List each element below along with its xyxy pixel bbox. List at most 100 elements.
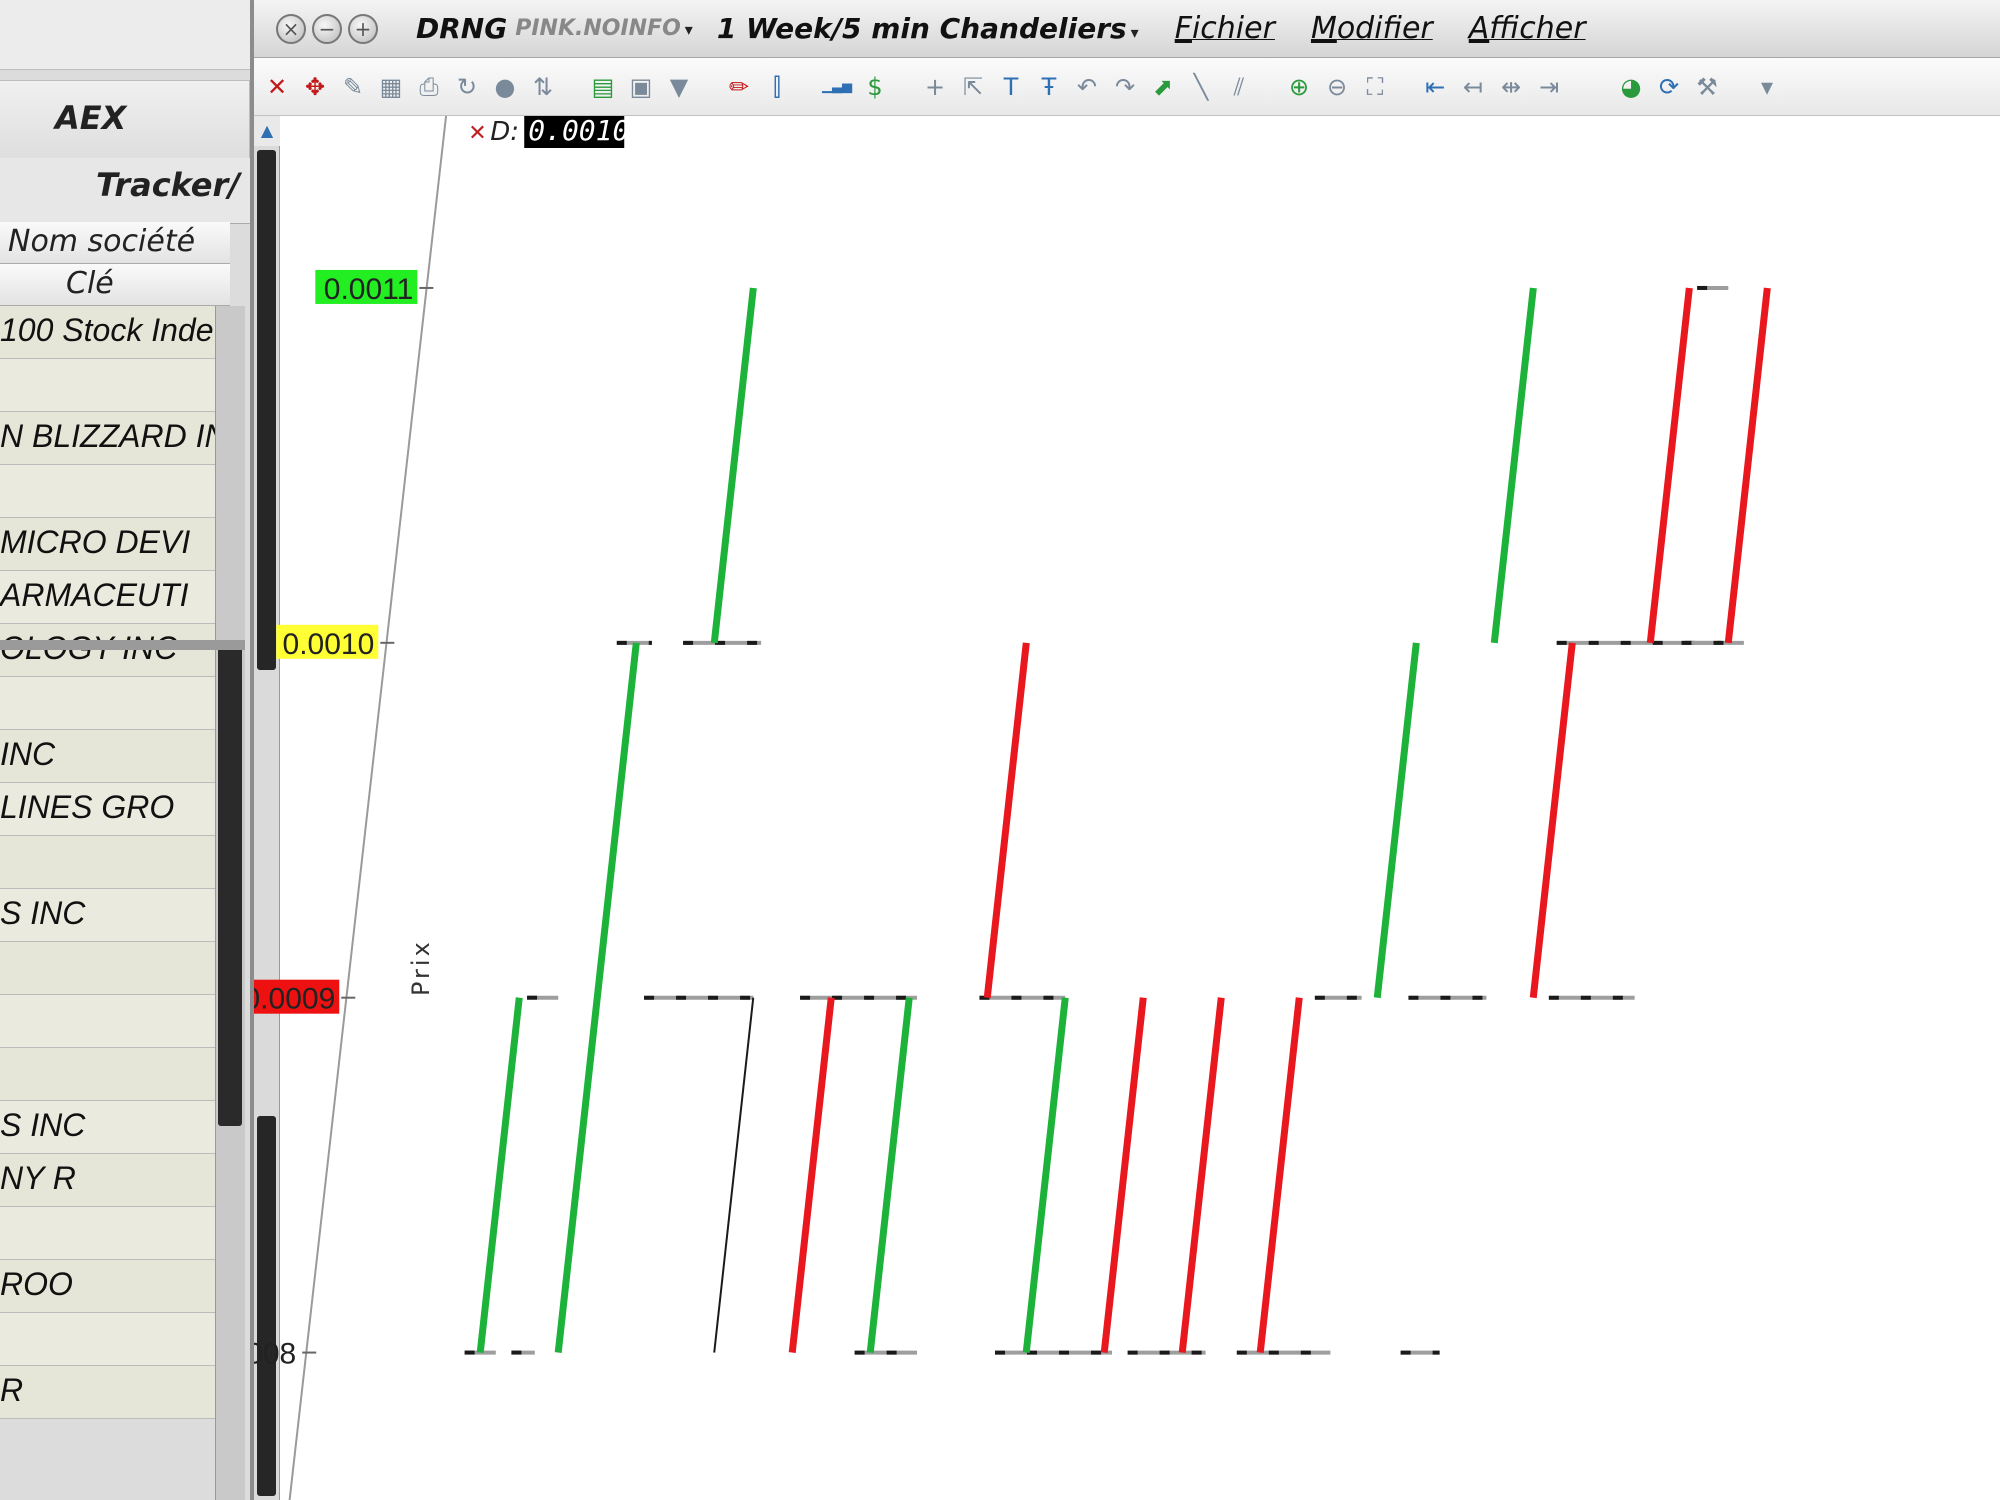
brush-icon[interactable]: ✎ [336, 70, 370, 104]
list-item[interactable]: R [0, 1366, 215, 1419]
candle-up[interactable] [1022, 997, 1069, 1353]
chevron-down-icon: ▾ [684, 20, 693, 39]
dollar-icon[interactable]: $ [858, 70, 892, 104]
candle-down[interactable] [1256, 997, 1303, 1353]
sync-icon[interactable]: ⟳ [1652, 70, 1686, 104]
trend-chart-icon[interactable]: ⬈ [1146, 70, 1180, 104]
palette-icon[interactable]: ◕ [1614, 70, 1648, 104]
list-item[interactable]: S INC [0, 889, 215, 942]
list-item[interactable]: LINES GRO [0, 783, 215, 836]
zoom-in-icon[interactable]: ⊕ [1282, 70, 1316, 104]
menu-modifier[interactable]: Modifier [1311, 11, 1433, 46]
list-item[interactable]: INC [0, 730, 215, 783]
list-item[interactable] [0, 359, 215, 412]
list-item[interactable] [0, 836, 215, 889]
tab-tracker[interactable]: Tracker/ [0, 158, 250, 224]
scroll-end-icon[interactable]: ⇥ [1532, 70, 1566, 104]
close-window-button[interactable]: × [276, 13, 306, 44]
column-header-company[interactable]: Nom société [0, 222, 230, 264]
period-selector[interactable]: 1 Week/5 min Chandeliers ▾ [717, 12, 1139, 45]
legend-label: D: [490, 117, 519, 147]
scroll-center-icon[interactable]: ⇹ [1494, 70, 1528, 104]
list-item[interactable]: N BLIZZARD IN [0, 412, 215, 465]
candle-up[interactable] [866, 997, 913, 1353]
close-icon: × [282, 16, 300, 41]
dropdown-triangle-icon[interactable]: ▼ [662, 70, 696, 104]
y-axis-line [288, 116, 448, 1500]
column-header-key[interactable]: Clé [0, 264, 230, 306]
background-window: AEX Tracker/ Nom société Clé 100 Stock I… [0, 0, 290, 1500]
candle-down[interactable] [1724, 287, 1771, 644]
list-item[interactable] [0, 995, 215, 1048]
chart-window: × − + DRNG PINK.NOINFO ▾ 1 Week/5 min Cha… [250, 0, 2000, 1500]
candle-down[interactable] [1178, 997, 1225, 1353]
scroll-left-icon[interactable]: ↤ [1456, 70, 1490, 104]
menu-afficher[interactable]: Afficher [1469, 11, 1586, 46]
channel-tool-icon[interactable]: ⫽ [1222, 70, 1256, 104]
candle-down[interactable] [1529, 642, 1576, 999]
redo-icon[interactable]: ↷ [1108, 70, 1142, 104]
pointer-icon[interactable]: ⇱ [956, 70, 990, 104]
ohlc-icon[interactable]: ⫿ [760, 70, 794, 104]
market-label: PINK.NOINFO [515, 16, 681, 41]
close-icon[interactable]: ✕ [260, 70, 294, 104]
pencil-draw-icon[interactable]: ✏ [722, 70, 756, 104]
refresh-chart-icon[interactable]: ↻ [450, 70, 484, 104]
minimize-icon: − [318, 16, 336, 41]
scrollbar-thumb[interactable] [218, 646, 242, 1126]
crosshair-move-icon[interactable]: ✥ [298, 70, 332, 104]
candle-down[interactable] [1100, 997, 1147, 1353]
minimize-window-button[interactable]: − [312, 13, 342, 44]
list-item[interactable]: NY R [0, 1154, 215, 1207]
list-item[interactable]: S INC [0, 1101, 215, 1154]
candle-up[interactable] [476, 997, 523, 1353]
candle-up[interactable] [1373, 642, 1420, 999]
chart-settings-icon[interactable]: ▤ [586, 70, 620, 104]
candle-down[interactable] [1646, 287, 1693, 644]
list-item[interactable]: MICRO DEVI [0, 518, 215, 571]
more-icon[interactable]: ▾ [1750, 70, 1784, 104]
volume-bars-icon[interactable]: ▁▃▅ [820, 70, 854, 104]
list-item[interactable] [0, 677, 215, 730]
list-item[interactable] [0, 1048, 215, 1101]
candle-up[interactable] [710, 287, 757, 644]
company-list-scrollbar[interactable] [215, 306, 245, 1500]
candle-doji[interactable] [713, 997, 755, 1353]
y-tick-label: 0.0010 [283, 628, 375, 661]
record-icon[interactable]: ● [488, 70, 522, 104]
list-item[interactable]: ROO [0, 1260, 215, 1313]
legend-close-icon[interactable]: ✕ [468, 121, 486, 146]
candle-down[interactable] [983, 642, 1030, 999]
layout-icon[interactable]: ▣ [624, 70, 658, 104]
wrench-icon[interactable]: ⚒ [1690, 70, 1724, 104]
candlestick-chart[interactable]: 0.0011 0.0010 0.0009 0.0008 Prix ✕D: 0.0010 [254, 116, 2000, 1500]
list-item[interactable]: 100 Stock Inde [0, 306, 215, 359]
y-axis-label: Prix [407, 939, 435, 996]
scroll-start-icon[interactable]: ⇤ [1418, 70, 1452, 104]
list-item[interactable] [0, 942, 215, 995]
symbol-selector[interactable]: PINK.NOINFO ▾ [515, 16, 693, 41]
list-item[interactable] [0, 1313, 215, 1366]
split-divider[interactable] [0, 640, 245, 650]
chevron-down-icon: ▾ [1130, 23, 1139, 42]
candle-down[interactable] [788, 997, 835, 1353]
list-item[interactable] [0, 1207, 215, 1260]
zoom-out-icon[interactable]: ⊖ [1320, 70, 1354, 104]
print-icon[interactable]: ⎙ [412, 70, 446, 104]
menu-fichier[interactable]: Fichier [1175, 11, 1275, 46]
list-item[interactable]: ARMACEUTI [0, 571, 215, 624]
list-item[interactable] [0, 465, 215, 518]
text-style-icon[interactable]: Ŧ [1032, 70, 1066, 104]
maximize-window-button[interactable]: + [348, 13, 378, 44]
undo-icon[interactable]: ↶ [1070, 70, 1104, 104]
tab-aex[interactable]: AEX [0, 80, 250, 160]
line-tool-icon[interactable]: ╲ [1184, 70, 1218, 104]
list-item[interactable]: OLOGY INC [0, 624, 215, 677]
grid-icon[interactable]: ▦ [374, 70, 408, 104]
compare-icon[interactable]: ⇅ [526, 70, 560, 104]
text-icon[interactable]: T [994, 70, 1028, 104]
zoom-fit-icon[interactable]: ⛶ [1358, 70, 1392, 104]
crosshair-icon[interactable]: + [918, 70, 952, 104]
candle-up[interactable] [554, 642, 640, 1353]
candle-up[interactable] [1490, 287, 1537, 644]
